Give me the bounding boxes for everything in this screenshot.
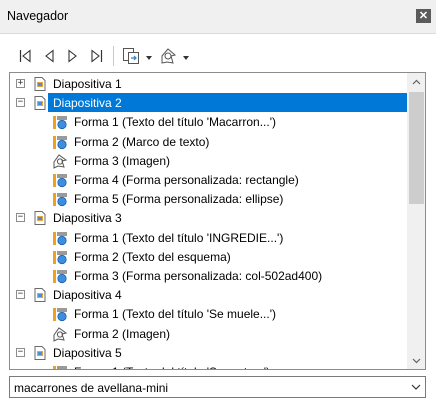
tree-item-label: Diapositiva 4 bbox=[53, 288, 122, 302]
drag-mode-button[interactable] bbox=[121, 46, 141, 66]
toolbar-separator bbox=[113, 46, 114, 66]
next-icon bbox=[68, 49, 77, 63]
tree-slide-item[interactable]: − Diapositiva 2 bbox=[10, 93, 410, 112]
shape-icon bbox=[52, 172, 68, 188]
shape-icon bbox=[52, 230, 68, 246]
tree-item-label: Forma 3 (Imagen) bbox=[74, 154, 171, 168]
drag-mode-icon bbox=[123, 48, 139, 64]
tree-shape-item[interactable]: Forma 2 (Texto del esquema) bbox=[10, 247, 408, 266]
chevron-down-icon bbox=[412, 358, 421, 363]
document-select-value: macarrones de avellana-mini bbox=[14, 381, 169, 395]
tree-shape-item[interactable]: Forma 4 (Forma personalizada: rectangle) bbox=[10, 170, 408, 189]
panel-title: Navegador bbox=[7, 9, 69, 23]
previous-slide-button[interactable] bbox=[42, 46, 56, 66]
navigator-tree[interactable]: + Diapositiva 1 − Diapositiva 2 Forma 1 (Tex… bbox=[9, 72, 426, 370]
last-slide-button[interactable] bbox=[90, 46, 104, 66]
tree-slide-item[interactable]: − Diapositiva 4 bbox=[10, 285, 408, 304]
image-shape-icon bbox=[52, 326, 68, 342]
shape-icon bbox=[52, 134, 68, 150]
tree-item-label: Forma 1 (Texto del título 'Se corta...') bbox=[74, 365, 270, 369]
tree-slide-item[interactable]: − Diapositiva 3 bbox=[10, 208, 408, 227]
tree-shape-item[interactable]: Forma 1 (Texto del título 'INGREDIE...') bbox=[10, 228, 408, 247]
tree-shape-item[interactable]: Forma 1 (Texto del título 'Se muele...') bbox=[10, 304, 408, 323]
tree-item-label: Diapositiva 1 bbox=[53, 77, 122, 91]
chevron-up-icon bbox=[412, 79, 421, 84]
tree-shape-item[interactable]: Forma 3 (Imagen) bbox=[10, 151, 408, 170]
tree-item-label: Forma 5 (Forma personalizada: ellipse) bbox=[74, 192, 284, 206]
shape-icon bbox=[52, 268, 68, 284]
tree-item-label: Forma 4 (Forma personalizada: rectangle) bbox=[74, 173, 299, 187]
drag-mode-dropdown-arrow[interactable] bbox=[146, 56, 152, 60]
scroll-down-button[interactable] bbox=[407, 352, 425, 369]
tree-item-label: Forma 2 (Marco de texto) bbox=[74, 135, 210, 149]
image-shape-icon bbox=[52, 153, 68, 169]
show-shapes-button[interactable] bbox=[158, 46, 178, 66]
chevron-down-icon bbox=[411, 384, 421, 390]
scroll-thumb[interactable] bbox=[409, 92, 424, 204]
skip-to-last-icon bbox=[91, 49, 103, 63]
skip-to-first-icon bbox=[19, 49, 31, 63]
shape-icon bbox=[52, 114, 68, 130]
collapse-icon[interactable]: − bbox=[16, 290, 25, 299]
tree-item-label: Diapositiva 2 bbox=[53, 96, 122, 110]
tree-shape-item[interactable]: Forma 2 (Imagen) bbox=[10, 324, 408, 343]
tree-slide-item[interactable]: + Diapositiva 1 bbox=[10, 74, 408, 93]
tree-shape-item[interactable]: Forma 1 (Texto del título 'Macarron...') bbox=[10, 112, 408, 131]
tree-shape-item[interactable]: Forma 2 (Marco de texto) bbox=[10, 132, 408, 151]
shape-icon bbox=[52, 306, 68, 322]
tree-item-label: Forma 1 (Texto del título 'INGREDIE...') bbox=[74, 231, 284, 245]
slide-icon bbox=[32, 76, 48, 92]
slide-icon bbox=[32, 345, 48, 361]
shape-icon bbox=[52, 249, 68, 265]
scroll-up-button[interactable] bbox=[407, 73, 425, 90]
collapse-icon[interactable]: − bbox=[16, 98, 25, 107]
first-slide-button[interactable] bbox=[18, 46, 32, 66]
slide-icon bbox=[32, 287, 48, 303]
shapes-dropdown-arrow[interactable] bbox=[183, 56, 189, 60]
tree-shape-item[interactable]: Forma 3 (Forma personalizada: col-502ad4… bbox=[10, 266, 408, 285]
previous-icon bbox=[45, 49, 54, 63]
shape-icon bbox=[52, 364, 68, 369]
tree-item-label: Diapositiva 5 bbox=[53, 346, 122, 360]
shape-icon bbox=[52, 191, 68, 207]
expand-icon[interactable]: + bbox=[16, 79, 25, 88]
slide-icon bbox=[32, 210, 48, 226]
slide-icon bbox=[32, 95, 48, 111]
close-icon[interactable]: ✕ bbox=[416, 9, 431, 23]
collapse-icon[interactable]: − bbox=[16, 213, 25, 222]
vertical-scrollbar[interactable] bbox=[407, 73, 425, 369]
tree-shape-item[interactable]: Forma 1 (Texto del título 'Se corta...') bbox=[10, 362, 408, 369]
document-select[interactable]: macarrones de avellana-mini bbox=[9, 376, 426, 398]
tree-item-label: Forma 2 (Imagen) bbox=[74, 327, 171, 341]
title-bar: Navegador ✕ bbox=[0, 0, 436, 34]
tree-item-label: Forma 2 (Texto del esquema) bbox=[74, 250, 231, 264]
tree-item-label: Diapositiva 3 bbox=[53, 211, 122, 225]
tree-shape-item[interactable]: Forma 5 (Forma personalizada: ellipse) bbox=[10, 189, 408, 208]
collapse-icon[interactable]: − bbox=[16, 348, 25, 357]
tree-slide-item[interactable]: − Diapositiva 5 bbox=[10, 343, 408, 362]
next-slide-button[interactable] bbox=[66, 46, 80, 66]
navigation-toolbar bbox=[0, 34, 436, 70]
tree-item-label: Forma 1 (Texto del título 'Se muele...') bbox=[74, 307, 276, 321]
document-select-dropdown[interactable] bbox=[407, 377, 425, 397]
shapes-icon bbox=[161, 48, 177, 64]
tree-item-label: Forma 3 (Forma personalizada: col-502ad4… bbox=[74, 269, 323, 283]
tree-item-label: Forma 1 (Texto del título 'Macarron...') bbox=[74, 115, 276, 129]
